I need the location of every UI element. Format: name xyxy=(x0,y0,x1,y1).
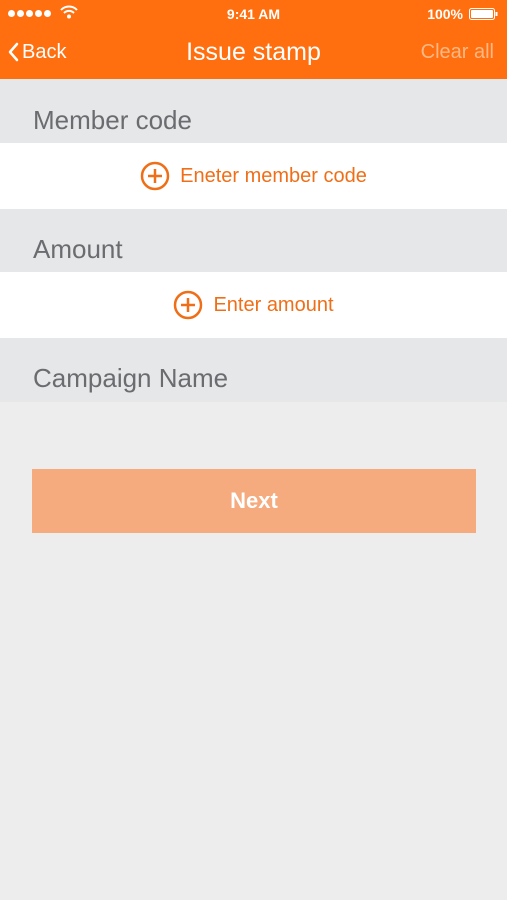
section-header-campaign-name: Campaign Name xyxy=(0,338,507,402)
navigation-bar: Back Issue stamp Clear all xyxy=(0,28,507,79)
next-button[interactable]: Next xyxy=(32,469,476,533)
section-label-amount: Amount xyxy=(33,234,123,264)
enter-amount-button[interactable]: Enter amount xyxy=(0,272,507,338)
enter-amount-label: Enter amount xyxy=(213,294,334,316)
section-label-member-code: Member code xyxy=(33,105,192,135)
enter-member-code-label: Eneter member code xyxy=(180,165,367,187)
app-header: 9:41 AM 100% Back Issue stamp Clear all xyxy=(0,0,507,79)
plus-circle-icon xyxy=(174,290,203,320)
status-bar: 9:41 AM 100% xyxy=(0,0,507,28)
enter-member-code-button[interactable]: Eneter member code xyxy=(0,143,507,209)
clear-all-button[interactable]: Clear all xyxy=(421,39,494,65)
section-header-amount: Amount xyxy=(0,209,507,272)
battery-icon xyxy=(469,8,498,20)
section-header-member-code: Member code xyxy=(0,79,507,143)
plus-circle-icon xyxy=(140,161,170,191)
battery-percentage: 100% xyxy=(427,6,463,22)
section-label-campaign-name: Campaign Name xyxy=(33,363,229,393)
